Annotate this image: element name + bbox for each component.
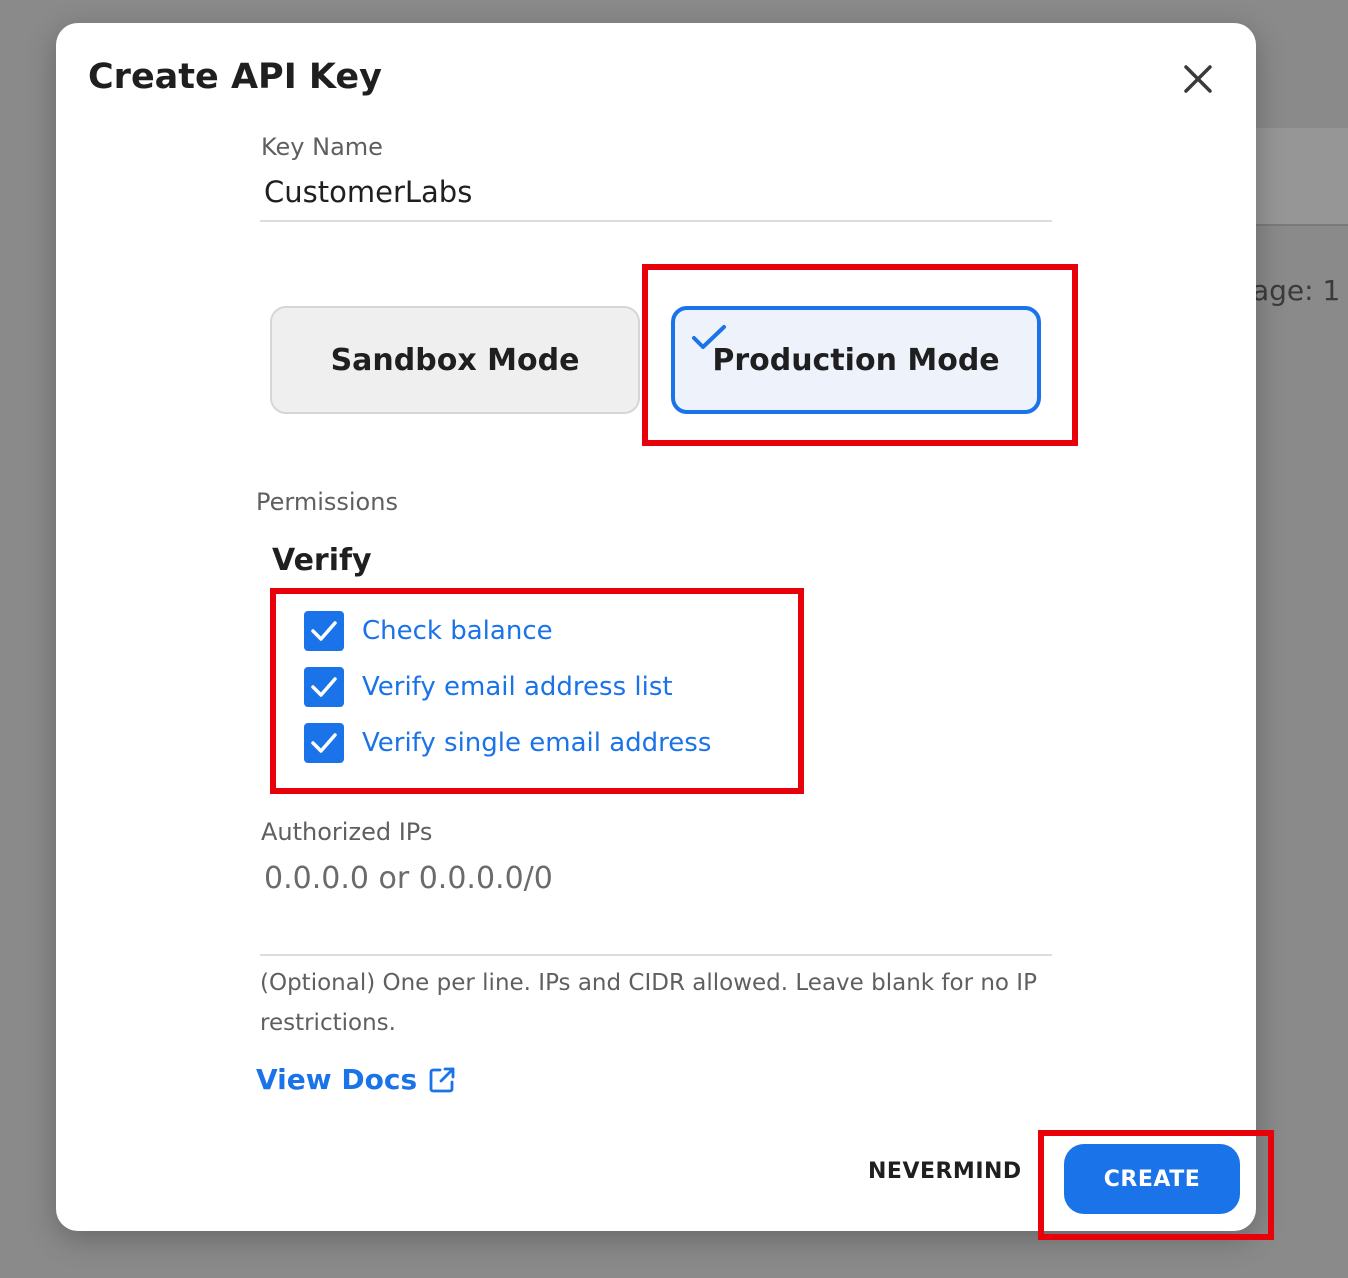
authorized-ips-input[interactable]: 0.0.0.0 or 0.0.0.0/0	[264, 861, 553, 896]
external-link-icon	[429, 1067, 455, 1092]
nevermind-button[interactable]: NEVERMIND	[868, 1159, 1022, 1184]
view-docs-link[interactable]: View Docs	[256, 1063, 457, 1096]
authorized-ips-underline	[260, 954, 1052, 956]
close-icon[interactable]	[1178, 59, 1218, 99]
dialog-title: Create API Key	[88, 57, 382, 97]
highlight-box-permissions	[270, 588, 804, 794]
verify-group-heading: Verify	[272, 543, 372, 578]
key-name-input[interactable]: CustomerLabs	[264, 175, 472, 209]
permissions-label: Permissions	[256, 488, 398, 516]
key-name-underline	[260, 220, 1052, 222]
background-panel	[1256, 128, 1348, 226]
sandbox-mode-button[interactable]: Sandbox Mode	[270, 306, 640, 414]
highlight-box-production	[642, 264, 1078, 446]
create-api-key-dialog: Create API Key Key Name CustomerLabs San…	[56, 23, 1256, 1231]
sandbox-mode-label: Sandbox Mode	[330, 342, 580, 378]
highlight-box-create	[1038, 1130, 1274, 1240]
authorized-ips-label: Authorized IPs	[261, 818, 433, 846]
authorized-ips-help: (Optional) One per line. IPs and CIDR al…	[260, 970, 1037, 1036]
background-page-indicator: age: 1 o	[1252, 274, 1348, 307]
view-docs-label: View Docs	[256, 1063, 418, 1096]
key-name-label: Key Name	[261, 133, 383, 161]
